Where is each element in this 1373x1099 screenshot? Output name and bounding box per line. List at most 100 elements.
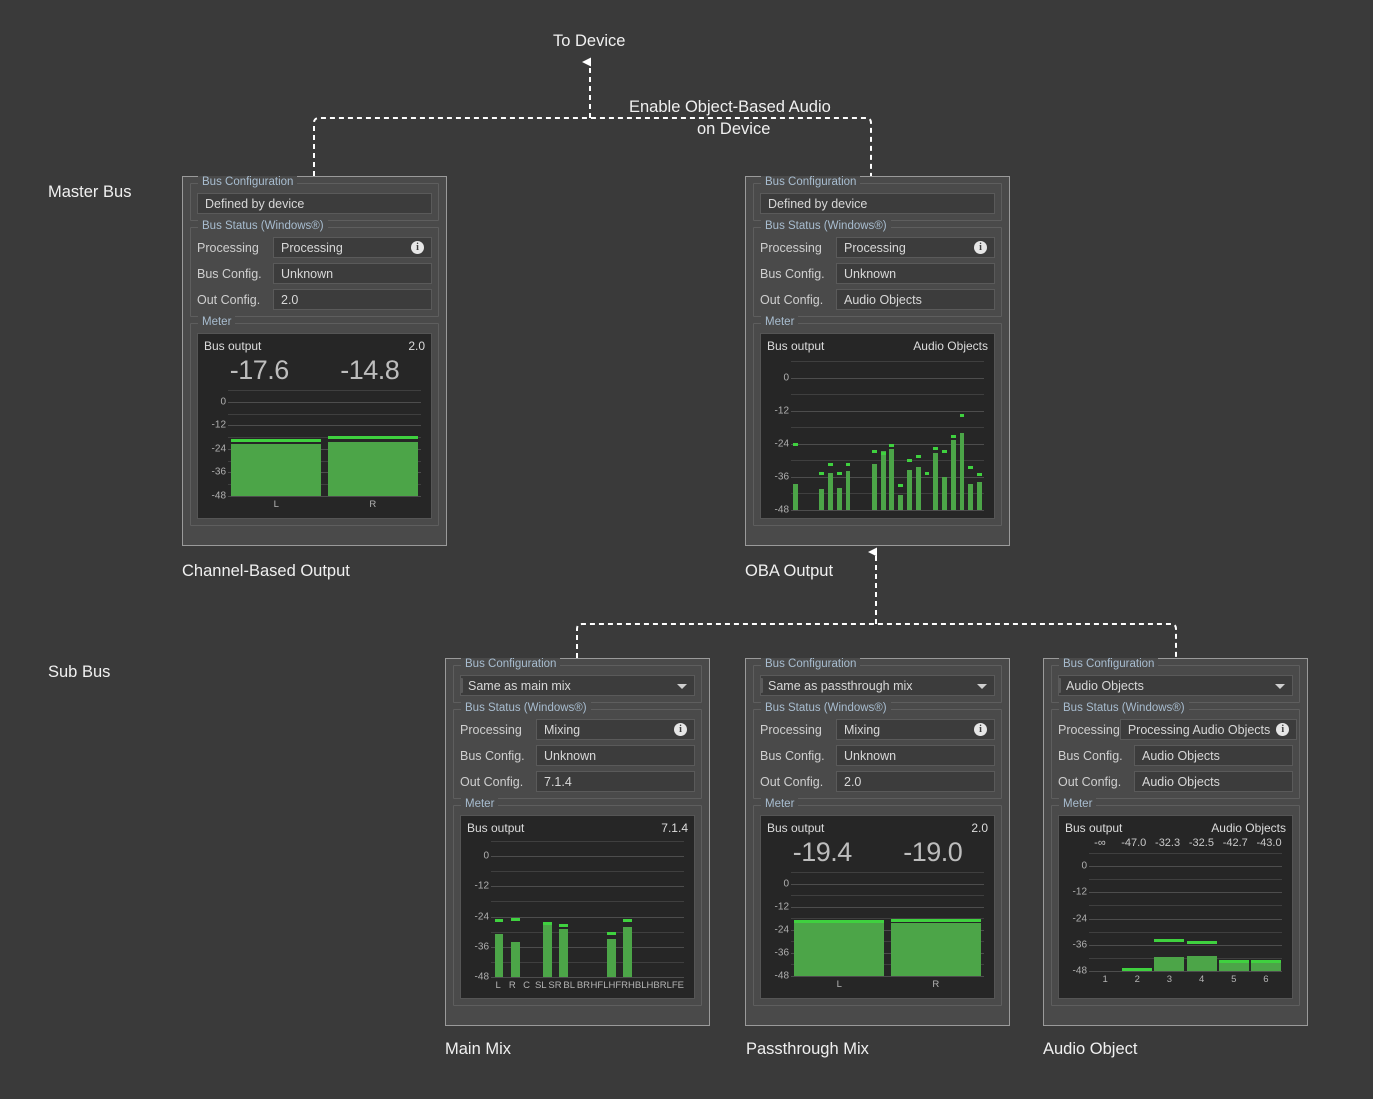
peak-indicator — [793, 443, 798, 446]
peak-indicator — [977, 473, 982, 476]
peak-indicator — [1154, 939, 1184, 942]
bus-status-title: Bus Status (Windows®) — [761, 220, 891, 232]
bus-configuration-title: Bus Configuration — [761, 176, 860, 188]
chevron-down-icon[interactable] — [977, 684, 987, 689]
meter-big-value: -14.8 — [315, 355, 426, 386]
channel-label: 4 — [1186, 974, 1218, 985]
channel-label: L — [228, 499, 325, 510]
bus-configuration-group: Bus Configuration Defined by device — [190, 183, 439, 221]
bus-config-field: Unknown — [536, 745, 695, 766]
channel-label: 5 — [1218, 974, 1250, 985]
peak-indicator — [559, 924, 568, 927]
channel-label-row: LR — [791, 979, 984, 990]
bus-configuration-combo[interactable]: Same as passthrough mix — [760, 675, 995, 696]
bus-status-title: Bus Status (Windows®) — [198, 220, 328, 232]
processing-value: Mixing — [544, 720, 668, 740]
axis-tick-label: 0 — [1065, 861, 1087, 872]
processing-field[interactable]: Mixing i — [536, 719, 695, 740]
axis-tick-label: -48 — [1065, 966, 1087, 977]
peak-indicator — [828, 463, 833, 466]
axis-tick-label: -24 — [767, 924, 789, 935]
peak-indicator — [889, 444, 894, 447]
peak-indicator — [543, 922, 552, 925]
bus-config-label: Bus Config. — [760, 749, 836, 763]
processing-field[interactable]: Processing Audio Objects i — [1120, 719, 1297, 740]
object-value: -42.7 — [1218, 837, 1252, 849]
meter-header-right: 7.1.4 — [661, 821, 688, 835]
peak-indicator — [1251, 960, 1281, 963]
panel-channel-based-output: Bus Configuration Defined by device Bus … — [182, 176, 447, 546]
out-config-row: Out Config. Audio Objects — [1058, 771, 1293, 792]
info-icon[interactable]: i — [1276, 723, 1289, 736]
info-icon[interactable]: i — [974, 723, 987, 736]
meter-bar — [828, 473, 833, 510]
channel-label: HBR — [647, 980, 667, 991]
bus-configuration-combo[interactable]: Audio Objects — [1058, 675, 1293, 696]
out-config-value: 7.1.4 — [544, 772, 687, 792]
meter-header: Bus output 2.0 — [204, 339, 425, 353]
meter-title: Meter — [1059, 798, 1096, 810]
bus-configuration-field[interactable]: Defined by device — [760, 193, 995, 214]
axis-tick-label: -24 — [1065, 913, 1087, 924]
bus-configuration-field[interactable]: Defined by device — [197, 193, 432, 214]
processing-row: Processing Mixing i — [760, 719, 995, 740]
chevron-down-icon[interactable] — [677, 684, 687, 689]
out-config-field: Audio Objects — [836, 289, 995, 310]
axis-tick-label: 0 — [767, 878, 789, 889]
bus-status-title: Bus Status (Windows®) — [1059, 702, 1189, 714]
bus-config-label: Bus Config. — [460, 749, 536, 763]
bus-config-value: Unknown — [544, 746, 687, 766]
info-icon[interactable]: i — [674, 723, 687, 736]
caption-oba-output: OBA Output — [745, 562, 833, 581]
meter-bar — [511, 942, 520, 977]
info-icon[interactable]: i — [974, 241, 987, 254]
meter-bar — [916, 467, 921, 510]
bus-status-group: Bus Status (Windows®) Processing Mixing … — [453, 709, 702, 799]
object-value: -43.0 — [1252, 837, 1286, 849]
object-value: -∞ — [1083, 837, 1117, 849]
info-icon[interactable]: i — [411, 241, 424, 254]
bus-configuration-combo[interactable]: Same as main mix — [460, 675, 695, 696]
meter-bar — [794, 922, 884, 976]
processing-field[interactable]: Processing i — [273, 237, 432, 258]
channel-label: R — [505, 980, 519, 991]
channel-label: L — [491, 980, 505, 991]
channel-label-row: LRCSLSRBLBRHFLHFRHBLHBRLFE — [491, 980, 684, 991]
caption-audio-object: Audio Object — [1043, 1040, 1137, 1059]
channel-label: L — [791, 979, 888, 990]
combo-handle — [760, 678, 763, 693]
object-value: -32.3 — [1151, 837, 1185, 849]
meter-big-value: -19.4 — [767, 837, 878, 868]
meter-plot: 0-12-24-36-48123456 — [1065, 851, 1286, 985]
axis-tick-label: -24 — [767, 438, 789, 449]
meter-object-values: -∞-47.0-32.3-32.5-42.7-43.0 — [1083, 837, 1286, 849]
bus-configuration-group: Bus Configuration Defined by device — [753, 183, 1002, 221]
enable-oba-label-line2: on Device — [697, 117, 770, 141]
processing-row: Processing Processing Audio Objects i — [1058, 719, 1293, 740]
processing-field[interactable]: Processing i — [836, 237, 995, 258]
caption-passthrough-mix: Passthrough Mix — [746, 1040, 869, 1059]
bus-status-title: Bus Status (Windows®) — [461, 702, 591, 714]
meter-bar — [942, 477, 947, 510]
bus-status-group: Bus Status (Windows®) Processing Process… — [1051, 709, 1300, 799]
bars-area — [791, 361, 984, 510]
to-device-label: To Device — [553, 29, 625, 53]
meter-big-values: -19.4-19.0 — [767, 837, 988, 868]
processing-field[interactable]: Mixing i — [836, 719, 995, 740]
meter-bar — [819, 489, 824, 510]
meter-bar — [960, 433, 965, 510]
bus-configuration-title: Bus Configuration — [198, 176, 297, 188]
out-config-value: Audio Objects — [844, 290, 987, 310]
processing-value: Processing Audio Objects — [1128, 720, 1270, 740]
out-config-label: Out Config. — [1058, 775, 1134, 789]
peak-indicator — [846, 463, 851, 466]
out-config-value: Audio Objects — [1142, 772, 1285, 792]
chevron-down-icon[interactable] — [1275, 684, 1285, 689]
meter-header-right: 2.0 — [408, 339, 425, 353]
meter-bar — [977, 482, 982, 510]
gridline — [491, 977, 684, 978]
bus-status-group: Bus Status (Windows®) Processing Mixing … — [753, 709, 1002, 799]
out-config-row: Out Config. 7.1.4 — [460, 771, 695, 792]
out-config-field: 7.1.4 — [536, 771, 695, 792]
bus-config-value: Audio Objects — [1142, 746, 1285, 766]
